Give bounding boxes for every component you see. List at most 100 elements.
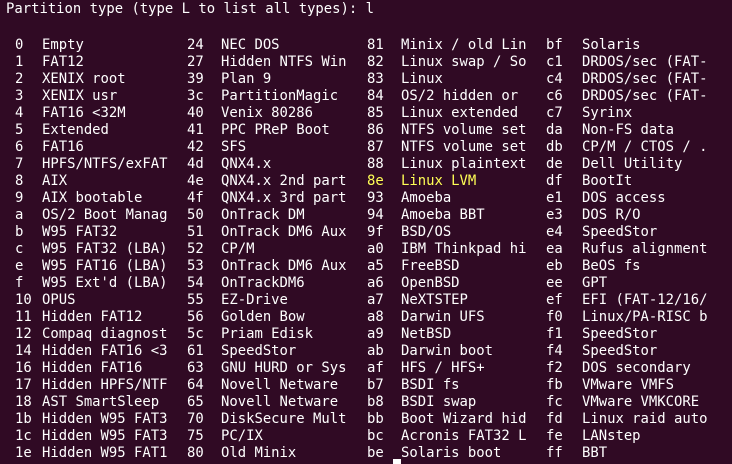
partition-type-name: Boot Wizard hid <box>401 411 527 427</box>
partition-type-name: Non-FS data <box>582 122 674 138</box>
partition-type-code: fb <box>546 377 563 393</box>
partition-type-code: e3 <box>546 207 563 223</box>
partition-row: 12 Compaq diagnost 5c Priam Edisk a9 NetBSD f1… <box>0 326 732 343</box>
partition-type-name: LANstep <box>582 428 641 444</box>
partition-type-name: HFS / HFS+ <box>401 360 485 376</box>
partition-type-code: 54 <box>187 275 204 291</box>
partition-type-code: fd <box>546 411 563 427</box>
partition-type-code: 63 <box>187 360 204 376</box>
partition-type-name: SpeedStor <box>582 343 658 359</box>
partition-type-code: 64 <box>187 377 204 393</box>
partition-type-table: 0 Empty 24 NEC DOS 81 Minix / old Lin bf Solari… <box>0 37 732 462</box>
partition-type-name: Hidden NTFS Win <box>221 54 347 70</box>
partition-type-code: f <box>15 275 24 291</box>
partition-type-name: Solaris <box>582 37 641 53</box>
partition-type-name: AIX <box>42 173 68 189</box>
partition-type-name: GPT <box>582 275 608 291</box>
partition-type-name: Amoeba BBT <box>401 207 485 223</box>
partition-type-name: Extended <box>42 122 109 138</box>
partition-type-code: f1 <box>546 326 563 342</box>
partition-type-code: bc <box>367 428 384 444</box>
partition-type-code: 75 <box>187 428 204 444</box>
partition-type-code: c <box>15 241 24 257</box>
partition-type-code: 80 <box>187 445 204 461</box>
terminal-window[interactable]: Partition type (type L to list all types… <box>0 0 732 464</box>
partition-type-name: DiskSecure Mult <box>221 411 347 427</box>
partition-type-code: 85 <box>367 105 384 121</box>
partition-type-name: Compaq diagnost <box>42 326 168 342</box>
partition-row: 16 Hidden FAT16 63 GNU HURD or Sys af HFS / H… <box>0 360 732 377</box>
partition-type-name: Linux <box>401 71 443 87</box>
partition-type-code: 17 <box>15 377 32 393</box>
partition-type-code: fe <box>546 428 563 444</box>
partition-type-name: BeOS fs <box>582 258 641 274</box>
partition-type-code: 16 <box>15 360 32 376</box>
partition-type-code: f4 <box>546 343 563 359</box>
partition-type-code: 84 <box>367 88 384 104</box>
partition-type-name: AST SmartSleep <box>42 394 160 410</box>
partition-type-code: 6 <box>15 139 24 155</box>
partition-row: 1 FAT12 27 Hidden NTFS Win 82 Linux swap / So… <box>0 54 732 71</box>
partition-type-name: CP/M <box>221 241 255 257</box>
partition-type-name: Linux plaintext <box>401 156 527 172</box>
partition-type-code: 5c <box>187 326 204 342</box>
partition-type-name: Old Minix <box>221 445 297 461</box>
partition-type-name: Minix / old Lin <box>401 37 527 53</box>
partition-type-code: 65 <box>187 394 204 410</box>
partition-type-code: f0 <box>546 309 563 325</box>
partition-type-code: 61 <box>187 343 204 359</box>
partition-type-name: OnTrack DM6 Aux <box>221 258 347 274</box>
partition-type-code: e <box>15 258 24 274</box>
partition-row: 10 OPUS 55 EZ-Drive a7 NeXTSTEP ef EFI (FAT-12/… <box>0 292 732 309</box>
partition-type-code: ea <box>546 241 563 257</box>
partition-type-code: 1c <box>15 428 32 444</box>
partition-type-name: EFI (FAT-12/16/ <box>582 292 708 308</box>
partition-type-code: 41 <box>187 122 204 138</box>
partition-type-name: Hidden W95 FAT3 <box>42 411 168 427</box>
partition-type-code: 9f <box>367 224 384 240</box>
partition-type-code: 70 <box>187 411 204 427</box>
partition-row: 17 Hidden HPFS/NTF 64 Novell Netware b7 BSDI … <box>0 377 732 394</box>
partition-type-code: a7 <box>367 292 384 308</box>
partition-type-name: NEC DOS <box>221 37 280 53</box>
partition-type-name: Empty <box>42 37 84 53</box>
partition-row: 3 XENIX usr 3c PartitionMagic 84 OS/2 hidden … <box>0 88 732 105</box>
partition-type-name: Hidden W95 FAT1 <box>42 445 168 461</box>
partition-row: b W95 FAT32 51 OnTrack DM6 Aux 9f BSD/OS e4 Spe… <box>0 224 732 241</box>
partition-type-name: BSD/OS <box>401 224 452 240</box>
partition-row: 6 FAT16 42 SFS 87 NTFS volume set db CP/M / CTO… <box>0 139 732 156</box>
partition-type-name: Darwin boot <box>401 343 493 359</box>
partition-type-code: db <box>546 139 563 155</box>
partition-type-name: EZ-Drive <box>221 292 288 308</box>
partition-row: 11 Hidden FAT12 56 Golden Bow a8 Darwin UFS f0… <box>0 309 732 326</box>
partition-type-name: QNX4.x 2nd part <box>221 173 347 189</box>
partition-type-code: df <box>546 173 563 189</box>
partition-type-name: Novell Netware <box>221 394 339 410</box>
partition-type-code: 93 <box>367 190 384 206</box>
partition-type-name: PartitionMagic <box>221 88 339 104</box>
partition-type-name: BootIt <box>582 173 633 189</box>
partition-row: c W95 FAT32 (LBA) 52 CP/M a0 IBM Thinkpad hi e… <box>0 241 732 258</box>
partition-type-code: fc <box>546 394 563 410</box>
partition-type-name: QNX4.x <box>221 156 272 172</box>
partition-type-name: VMware VMKCORE <box>582 394 700 410</box>
partition-type-code: 88 <box>367 156 384 172</box>
partition-type-code: 4 <box>15 105 24 121</box>
partition-type-code: 52 <box>187 241 204 257</box>
partition-type-code: af <box>367 360 384 376</box>
partition-type-code: b <box>15 224 24 240</box>
partition-type-name: Novell Netware <box>221 377 339 393</box>
partition-type-code: 83 <box>367 71 384 87</box>
partition-type-code: ef <box>546 292 563 308</box>
partition-type-name: DOS R/O <box>582 207 641 223</box>
partition-type-name: OnTrack DM6 Aux <box>221 224 347 240</box>
partition-type-name: Priam Edisk <box>221 326 313 342</box>
partition-type-code: 7 <box>15 156 24 172</box>
partition-row: e W95 FAT16 (LBA) 53 OnTrack DM6 Aux a5 FreeB… <box>0 258 732 275</box>
partition-type-name: PC/IX <box>221 428 263 444</box>
partition-type-name: SpeedStor <box>582 326 658 342</box>
partition-type-name: BSDI fs <box>401 377 460 393</box>
partition-type-name: Hidden FAT16 <box>42 360 143 376</box>
partition-type-name: Plan 9 <box>221 71 272 87</box>
partition-type-code: 87 <box>367 139 384 155</box>
